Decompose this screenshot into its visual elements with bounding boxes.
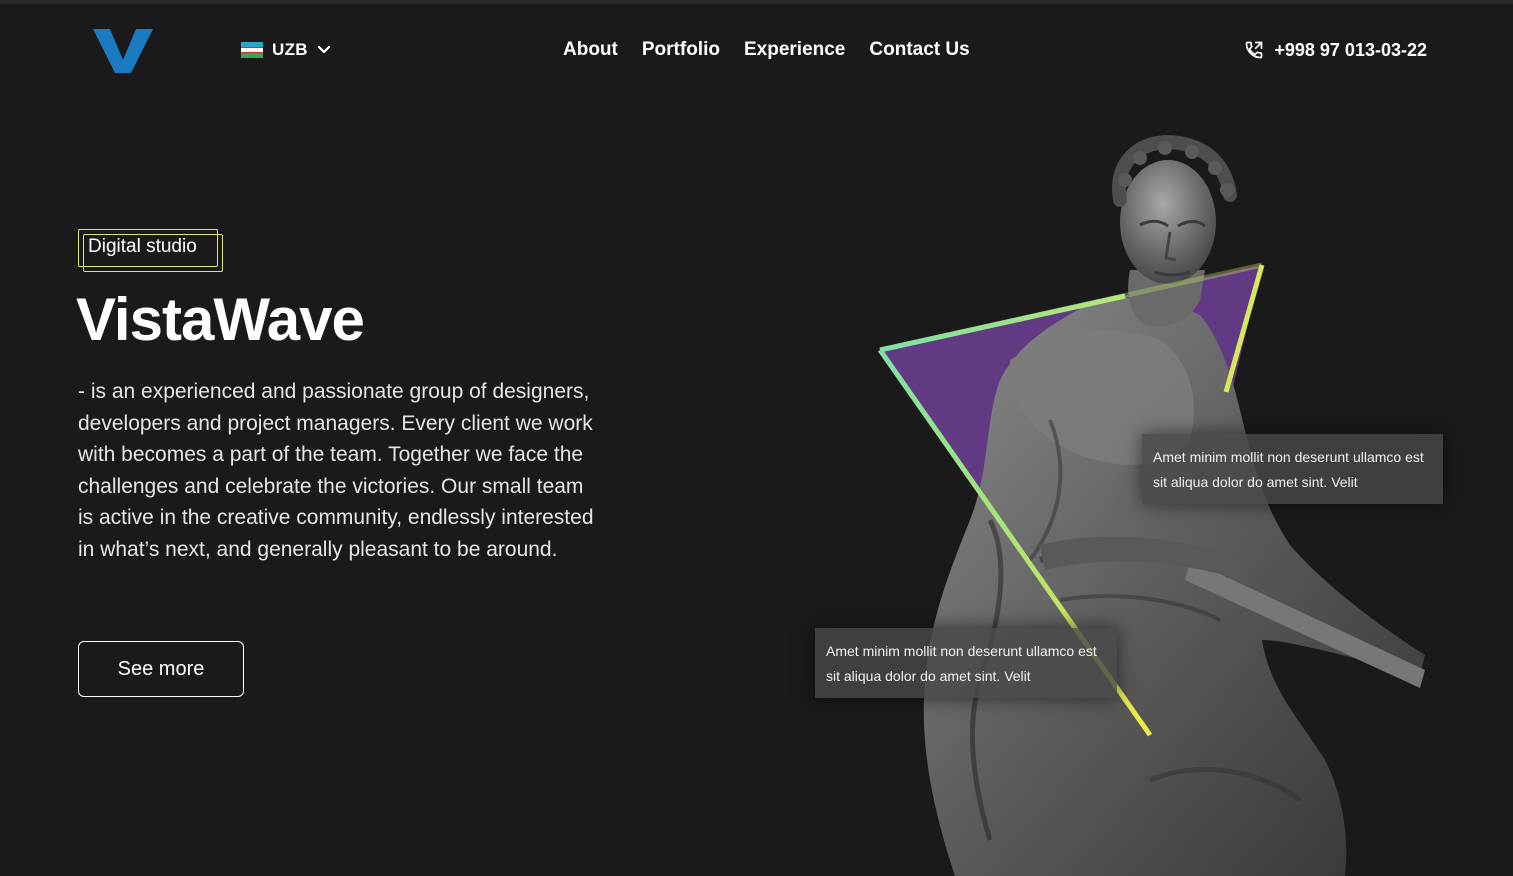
phone-number: +998 97 013-03-22 [1274, 40, 1427, 60]
statue-image [923, 134, 1425, 876]
hero-description: - is an experienced and passionate group… [78, 380, 594, 561]
page: UZB About Portfolio Experience Contact U… [0, 0, 1513, 876]
phone-link[interactable]: +998 97 013-03-22 [1244, 36, 1427, 64]
nav-link-experience[interactable]: Experience [744, 36, 845, 64]
phone-icon [1246, 41, 1263, 59]
nav-link-about[interactable]: About [563, 36, 618, 64]
logo[interactable] [93, 29, 153, 73]
nav-link-portfolio[interactable]: Portfolio [642, 36, 720, 64]
studio-badge: Digital studio [78, 229, 223, 273]
chevron-down-icon [317, 45, 330, 54]
uzbekistan-flag-icon [241, 42, 263, 58]
language-selector[interactable]: UZB [241, 38, 331, 62]
statue-caption-left: Amet minim mollit non deserunt ullamco e… [815, 628, 1117, 698]
language-label: UZB [272, 40, 308, 59]
top-divider [0, 0, 1513, 4]
hero-title: VistaWave [76, 286, 365, 353]
statue-caption-right: Amet minim mollit non deserunt ullamco e… [1142, 434, 1443, 504]
nav-link-contact-us[interactable]: Contact Us [869, 36, 969, 64]
main-nav: About Portfolio Experience Contact Us [563, 36, 970, 64]
badge-label: Digital studio [88, 236, 197, 257]
see-more-button[interactable]: See more [78, 641, 244, 697]
